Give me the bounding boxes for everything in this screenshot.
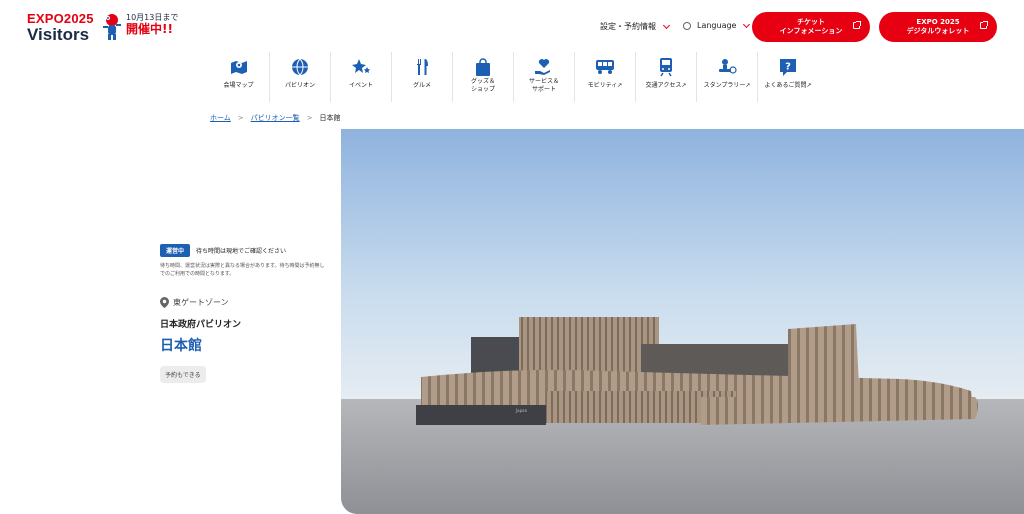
breadcrumb-home[interactable]: ホーム [210, 113, 231, 123]
globe-icon [683, 21, 691, 30]
stamp-icon [719, 59, 737, 74]
language-label: Language [697, 21, 737, 30]
nav-item-event[interactable]: イベント [330, 52, 391, 102]
settings-menu[interactable]: 設定・予約情報 [600, 21, 671, 32]
nav-label: サービス＆ サポート [528, 78, 559, 93]
japan-pavilion-photo: Japan [341, 129, 1024, 514]
nav-item-goods[interactable]: グッズ＆ ショップ [452, 52, 513, 102]
settings-label: 設定・予約情報 [600, 22, 656, 31]
nav-label: イベント [348, 82, 373, 89]
logo-line2: Visitors [27, 25, 90, 44]
breadcrumb-current: 日本館 [319, 114, 341, 122]
ticket-info-button[interactable]: チケット インフォメーション [752, 12, 870, 42]
nav-label: モビリティ↗ [587, 82, 623, 89]
pavilion-hero-image: Japan [341, 129, 1024, 514]
pavilion-info: 運営中 待ち時間は現地でご確認ください 待ち時間、運営状況は実際と異なる場合があ… [160, 244, 340, 383]
main-nav: 会場マップ パビリオン イベント グルメ グッズ＆ ショップ サービス＆ サポート … [208, 52, 818, 102]
wait-time-note: 待ち時間、運営状況は実際と異なる場合があります。待ち時間は予約無しでのご利用での… [160, 263, 325, 277]
nav-label: グルメ [412, 82, 431, 89]
train-icon [660, 58, 672, 77]
svg-text:?: ? [785, 62, 791, 73]
nav-item-pavilion[interactable]: パビリオン [269, 52, 330, 102]
stars-icon [352, 59, 370, 73]
digital-wallet-button[interactable]: EXPO 2025 デジタルウォレット [879, 12, 997, 42]
chevron-right-icon: > [237, 114, 244, 122]
page-title: 日本館 [160, 337, 202, 354]
nav-item-access[interactable]: 交通アクセス↗ [635, 52, 696, 102]
mobility-icon [596, 60, 614, 74]
location-pin-icon [160, 296, 169, 308]
svg-text:Japan: Japan [515, 408, 528, 413]
reservation-tag: 予約もできる [160, 365, 206, 383]
external-link-icon [980, 21, 988, 29]
external-link-icon [853, 21, 861, 29]
question-icon: ? [780, 59, 796, 76]
promo-main: 開催中!! [126, 21, 173, 36]
nav-item-map[interactable]: 会場マップ [208, 52, 269, 102]
status-badge: 運営中 [160, 244, 191, 257]
logo-line1: EXPO2025 [27, 11, 94, 26]
breadcrumb-pavilion-list[interactable]: パビリオン一覧 [251, 113, 300, 123]
status-text: 待ち時間は現地でご確認ください [196, 248, 287, 255]
chevron-down-icon [743, 20, 751, 28]
map-icon [230, 61, 247, 74]
promo-text: 10月13日まで 開催中!! [126, 13, 178, 36]
nav-label: よくあるご質問↗ [764, 82, 812, 89]
cutlery-icon [417, 59, 428, 75]
nav-label: スタンプラリー↗ [703, 82, 751, 89]
nav-item-service[interactable]: サービス＆ サポート [513, 52, 574, 102]
chevron-right-icon: > [306, 114, 313, 122]
globe-icon [292, 58, 308, 76]
pavilion-subtitle: 日本政府パビリオン [160, 319, 242, 330]
nav-label: 会場マップ [223, 82, 254, 89]
breadcrumb: ホーム > パビリオン一覧 > 日本館 [210, 113, 341, 123]
expo-visitors-logo[interactable]: EXPO2025 Visitors [27, 12, 94, 43]
chevron-down-icon [662, 21, 671, 29]
nav-label: 交通アクセス↗ [645, 82, 687, 89]
heart-hand-icon [535, 59, 550, 75]
nav-label: パビリオン [284, 82, 315, 89]
site-header: EXPO2025 Visitors 10月13日まで 開催中!! 設定・予約情報… [0, 0, 1024, 52]
nav-item-gourmet[interactable]: グルメ [391, 52, 452, 102]
nav-item-faq[interactable]: ? よくあるご質問↗ [757, 52, 818, 102]
nav-item-mobility[interactable]: モビリティ↗ [574, 52, 635, 102]
zone-info: 東ゲートゾーン [160, 296, 340, 308]
mascot-icon [103, 14, 121, 40]
nav-item-stamp[interactable]: スタンプラリー↗ [696, 52, 757, 102]
shopping-bag-icon [476, 58, 490, 76]
nav-label: グッズ＆ ショップ [470, 78, 495, 93]
zone-label: 東ゲートゾーン [173, 297, 229, 307]
language-menu[interactable]: Language [683, 20, 751, 30]
